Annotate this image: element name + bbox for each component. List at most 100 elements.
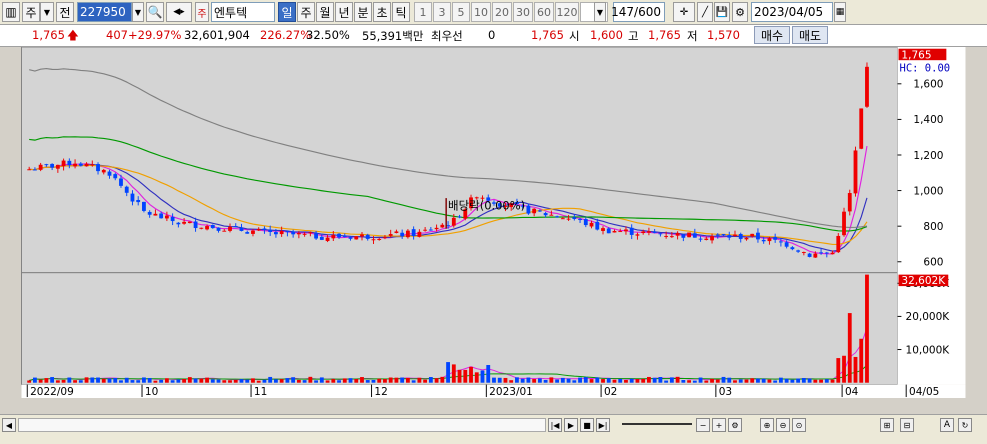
candle-body — [107, 171, 112, 176]
stock-type-badge: 주 — [195, 2, 209, 22]
candle-body — [119, 178, 123, 186]
volume-bar — [830, 379, 835, 383]
save-icon[interactable]: 💾 — [714, 2, 730, 22]
scroll-stop-button[interactable]: ■ — [580, 418, 594, 432]
candle-body — [796, 250, 801, 252]
code-dropdown-icon[interactable]: ▼ — [132, 2, 144, 22]
high-label: 고 — [628, 29, 639, 43]
volume-bar — [675, 376, 680, 383]
candle-body — [199, 227, 204, 229]
candle-body — [176, 222, 181, 225]
tool-d-icon[interactable]: ⊞ — [880, 418, 894, 432]
tab-second[interactable]: 초 — [373, 2, 391, 22]
interval-60[interactable]: 60 — [534, 2, 554, 22]
volume-bar — [73, 380, 77, 383]
volume-bar — [778, 377, 783, 383]
interval-1[interactable]: 1 — [414, 2, 432, 22]
layout-icon[interactable]: ▥ — [2, 2, 20, 22]
candle-body — [337, 233, 341, 238]
interval-5[interactable]: 5 — [452, 2, 470, 22]
tool-e-icon[interactable]: ⊟ — [900, 418, 914, 432]
volume-bar — [836, 358, 841, 383]
tab-week[interactable]: 주 — [297, 2, 315, 22]
volume-bar — [710, 378, 714, 383]
tab-day[interactable]: 일 — [278, 2, 296, 22]
interval-120[interactable]: 120 — [555, 2, 579, 22]
stock-code-input[interactable]: 227950 — [77, 2, 132, 22]
candle-body — [130, 193, 135, 202]
current-price-marker-label: 1,765 — [901, 49, 931, 61]
settings-icon[interactable]: ⚙ — [728, 418, 742, 432]
candle-body — [73, 163, 77, 167]
candle-body — [566, 218, 571, 220]
candle-body — [256, 229, 261, 231]
candle-body — [601, 228, 605, 231]
tool-b-icon[interactable]: ⊖ — [776, 418, 790, 432]
candle-body — [773, 236, 778, 240]
market-button-stock[interactable]: 주 — [22, 2, 40, 22]
candle-body — [664, 235, 669, 237]
volume-bar — [193, 378, 198, 383]
zoom-out-icon[interactable]: − — [696, 418, 710, 432]
gear-icon[interactable]: ⚙ — [732, 2, 748, 22]
interval-10[interactable]: 10 — [471, 2, 491, 22]
date-tick-label: 04/05 — [909, 386, 939, 398]
volume-bar — [32, 377, 37, 383]
volume-bar — [606, 378, 611, 383]
volume-bar — [801, 378, 806, 383]
date-input[interactable]: 2023/04/05 — [751, 2, 833, 22]
stock-name-field[interactable]: 엔투텍 — [211, 2, 275, 22]
interval-20[interactable]: 20 — [492, 2, 512, 22]
candle-body — [153, 213, 158, 216]
draw-line-icon[interactable]: ╱ — [697, 2, 713, 22]
price-chart[interactable]: 배당락(0.00%) 1,600 1,400 1,200 1,000 800 600 1,7… — [0, 47, 987, 398]
volume-bar — [216, 379, 221, 383]
calendar-icon[interactable]: ▦ — [834, 2, 846, 22]
font-size-icon[interactable]: A — [940, 418, 954, 432]
candle-body — [578, 219, 582, 221]
interval-3[interactable]: 3 — [433, 2, 451, 22]
volume-bar — [50, 377, 55, 383]
volume-bar — [681, 380, 686, 383]
refresh-icon[interactable]: ↻ — [958, 418, 972, 432]
candle-body — [411, 229, 416, 237]
market-button-all[interactable]: 전 — [56, 2, 74, 22]
volume-bar — [228, 380, 232, 383]
scroll-left-icon[interactable]: ◀ — [2, 418, 16, 432]
tab-month[interactable]: 월 — [316, 2, 334, 22]
zoom-slider[interactable] — [622, 423, 692, 425]
speaker-icon[interactable]: ◀▸ — [166, 2, 192, 22]
interval-30[interactable]: 30 — [513, 2, 533, 22]
scroll-end-button[interactable]: ▶| — [596, 418, 610, 432]
crosshair-icon[interactable]: ✛ — [673, 2, 695, 22]
tab-minute[interactable]: 분 — [354, 2, 372, 22]
volume-bar — [365, 380, 370, 383]
count-field[interactable]: 147/600 — [611, 2, 665, 22]
turnover-rate: 32.50% — [306, 28, 350, 42]
toolbar: ▥ 주 ▼ 전 227950 ▼ 🔍 ◀▸ 주 엔투텍 일 주 월 년 분 초 … — [0, 0, 987, 25]
market-dropdown-icon[interactable]: ▼ — [40, 2, 54, 22]
volume-bar — [738, 379, 743, 383]
volume-bar — [256, 380, 261, 383]
candle-body — [606, 228, 611, 234]
volume-bar — [107, 378, 112, 383]
price-change-pct: +29.97% — [128, 28, 182, 42]
zoom-in-icon[interactable]: + — [712, 418, 726, 432]
open-price: 1,600 — [590, 28, 623, 42]
volume-value: 32,601,904 — [184, 28, 250, 42]
interval-dropdown-icon[interactable]: ▼ — [594, 2, 606, 22]
scroll-play-button[interactable]: ▶ — [564, 418, 578, 432]
scroll-first-button[interactable]: |◀ — [548, 418, 562, 432]
scroll-track[interactable] — [18, 418, 546, 432]
candle-body — [314, 233, 318, 239]
buy-button[interactable]: 매수 — [754, 26, 790, 44]
sell-button[interactable]: 매도 — [792, 26, 828, 44]
volume-bar — [589, 379, 594, 383]
volume-bar — [692, 380, 697, 383]
candle-body — [377, 238, 382, 240]
search-icon[interactable]: 🔍 — [146, 2, 164, 22]
tool-c-icon[interactable]: ⊙ — [792, 418, 806, 432]
tab-tick[interactable]: 틱 — [392, 2, 410, 22]
tool-a-icon[interactable]: ⊕ — [760, 418, 774, 432]
tab-year[interactable]: 년 — [335, 2, 353, 22]
